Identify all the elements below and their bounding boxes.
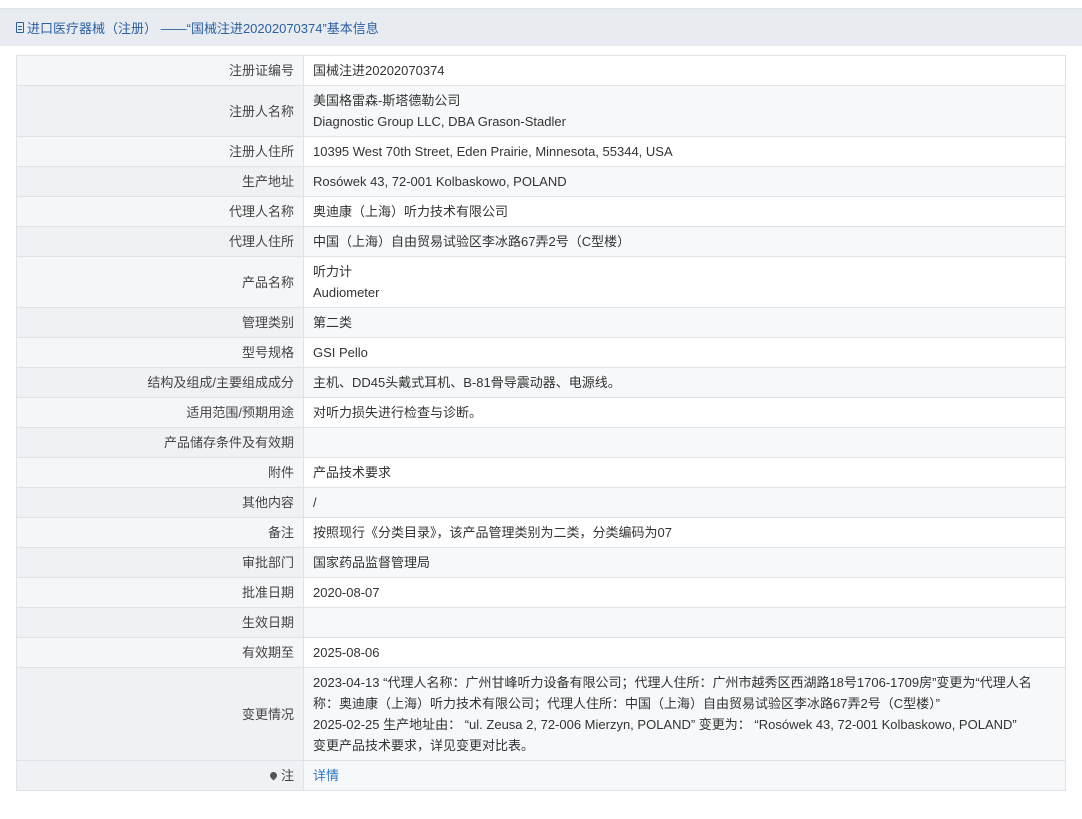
field-value: 称：奥迪康（上海）听力技术有限公司；代理人住所：中国（上海）自由贸易试验区李冰路… (313, 696, 940, 711)
field-value-cell: 对听力损失进行检查与诊断。 (303, 397, 1066, 428)
field-label: 产品名称 (16, 256, 304, 308)
field-value: 奥迪康（上海）听力技术有限公司 (313, 204, 509, 219)
field-value: 听力计 (313, 264, 353, 279)
field-label: 产品储存条件及有效期 (16, 427, 304, 458)
field-value: 2025-08-06 (313, 645, 380, 660)
field-label: 注册人名称 (16, 85, 304, 137)
details-link[interactable]: 详情 (313, 768, 339, 783)
field-label: 注册人住所 (16, 136, 304, 167)
field-label: 附件 (16, 457, 304, 488)
document-icon (16, 22, 24, 33)
field-label: 其他内容 (16, 487, 304, 518)
table-row: 管理类别 第二类 (16, 307, 1066, 338)
field-label: 批准日期 (16, 577, 304, 608)
note-label-cell: 注 (16, 760, 304, 791)
field-label: 适用范围/预期用途 (16, 397, 304, 428)
table-row: 结构及组成/主要组成成分 主机、DD45头戴式耳机、B-81骨导震动器、电源线。 (16, 367, 1066, 398)
field-value-cell (303, 427, 1066, 458)
table-row: 注册人住所 10395 West 70th Street, Eden Prairi… (16, 136, 1066, 167)
field-value-cell: GSI Pello (303, 337, 1066, 368)
field-value: 按照现行《分类目录》，该产品管理类别为二类，分类编码为07 (313, 525, 672, 540)
field-label: 生效日期 (16, 607, 304, 638)
field-label: 备注 (16, 517, 304, 548)
field-label: 结构及组成/主要组成成分 (16, 367, 304, 398)
field-label: 管理类别 (16, 307, 304, 338)
field-value-cell: 奥迪康（上海）听力技术有限公司 (303, 196, 1066, 227)
field-label: 变更情况 (16, 667, 304, 761)
page-title: 进口医疗器械（注册） ——“国械注进20202070374”基本信息 (27, 21, 379, 36)
field-value: 10395 West 70th Street, Eden Prairie, Mi… (313, 144, 673, 159)
field-value-cell: 产品技术要求 (303, 457, 1066, 488)
field-value-cell: 美国格雷森-斯塔德勒公司 Diagnostic Group LLC, DBA Gr… (303, 85, 1066, 137)
note-label: 注 (280, 768, 294, 783)
field-value: Rosówek 43, 72-001 Kolbaskowo, POLAND (313, 174, 567, 189)
field-value-cell: 中国（上海）自由贸易试验区李冰路67弄2号（C型楼） (303, 226, 1066, 257)
field-value: 国械注进20202070374 (313, 63, 445, 78)
field-value-cell: Rosówek 43, 72-001 Kolbaskowo, POLAND (303, 166, 1066, 197)
page: 进口医疗器械（注册） ——“国械注进20202070374”基本信息 注册证编号… (0, 0, 1082, 819)
table-row: 其他内容 / (16, 487, 1066, 518)
field-value-cell: 2020-08-07 (303, 577, 1066, 608)
info-table: 注册证编号 国械注进20202070374 注册人名称 美国格雷森-斯塔德勒公司 Dia… (16, 55, 1066, 791)
table-row: 代理人名称 奥迪康（上海）听力技术有限公司 (16, 196, 1066, 227)
field-value: 国家药品监督管理局 (313, 555, 431, 570)
field-value: 产品技术要求 (313, 465, 392, 480)
table-row: 注册证编号 国械注进20202070374 (16, 55, 1066, 86)
field-value-cell: 10395 West 70th Street, Eden Prairie, Mi… (303, 136, 1066, 167)
page-header: 进口医疗器械（注册） ——“国械注进20202070374”基本信息 (0, 8, 1082, 46)
table-row: 审批部门 国家药品监督管理局 (16, 547, 1066, 578)
table-row: 批准日期 2020-08-07 (16, 577, 1066, 608)
field-value-cell: 按照现行《分类目录》，该产品管理类别为二类，分类编码为07 (303, 517, 1066, 548)
field-value: Diagnostic Group LLC, DBA Grason-Stadler (313, 114, 566, 129)
note-body: 注 详情 (16, 760, 1066, 791)
field-value-cell: 2023-04-13 “代理人名称：广州甘峰听力设备有限公司；代理人住所：广州市… (303, 667, 1066, 761)
note-value-cell: 详情 (303, 760, 1066, 791)
field-value-cell: 主机、DD45头戴式耳机、B-81骨导震动器、电源线。 (303, 367, 1066, 398)
field-label: 审批部门 (16, 547, 304, 578)
table-row: 有效期至 2025-08-06 (16, 637, 1066, 668)
field-label: 代理人住所 (16, 226, 304, 257)
field-value: 中国（上海）自由贸易试验区李冰路67弄2号（C型楼） (313, 234, 631, 249)
table-row: 型号规格 GSI Pello (16, 337, 1066, 368)
table-row: 代理人住所 中国（上海）自由贸易试验区李冰路67弄2号（C型楼） (16, 226, 1066, 257)
field-value-cell: 国家药品监督管理局 (303, 547, 1066, 578)
field-value-cell: 第二类 (303, 307, 1066, 338)
table-row: 产品名称 听力计 Audiometer (16, 256, 1066, 308)
field-value-cell (303, 607, 1066, 638)
field-value: 变更产品技术要求，详见变更对比表。 (313, 738, 535, 753)
field-value: 主机、DD45头戴式耳机、B-81骨导震动器、电源线。 (313, 375, 621, 390)
field-label: 生产地址 (16, 166, 304, 197)
table-row: 产品储存条件及有效期 (16, 427, 1066, 458)
field-label: 型号规格 (16, 337, 304, 368)
field-value-cell: / (303, 487, 1066, 518)
table-row: 注册人名称 美国格雷森-斯塔德勒公司 Diagnostic Group LLC, D… (16, 85, 1066, 137)
table-row: 附件 产品技术要求 (16, 457, 1066, 488)
field-value: 2023-04-13 “代理人名称：广州甘峰听力设备有限公司；代理人住所：广州市… (313, 675, 1032, 690)
field-label: 有效期至 (16, 637, 304, 668)
field-label: 注册证编号 (16, 55, 304, 86)
field-value: Audiometer (313, 285, 380, 300)
field-label: 代理人名称 (16, 196, 304, 227)
field-value: 对听力损失进行检查与诊断。 (313, 405, 483, 420)
field-value-cell: 2025-08-06 (303, 637, 1066, 668)
field-value: 2025-02-25 生产地址由： “ul. Zeusa 2, 72-006 M… (313, 717, 1017, 732)
table-row: 备注 按照现行《分类目录》，该产品管理类别为二类，分类编码为07 (16, 517, 1066, 548)
table-row: 适用范围/预期用途 对听力损失进行检查与诊断。 (16, 397, 1066, 428)
pin-icon (268, 770, 279, 781)
field-value: GSI Pello (313, 345, 368, 360)
info-table-container: 注册证编号 国械注进20202070374 注册人名称 美国格雷森-斯塔德勒公司 Dia… (16, 55, 1066, 791)
table-row: 生效日期 (16, 607, 1066, 638)
note-row: 注 详情 (16, 760, 1066, 791)
table-row: 变更情况 2023-04-13 “代理人名称：广州甘峰听力设备有限公司；代理人住所… (16, 667, 1066, 761)
field-value: 2020-08-07 (313, 585, 380, 600)
table-row: 生产地址 Rosówek 43, 72-001 Kolbaskowo, POLAN… (16, 166, 1066, 197)
field-value: / (313, 495, 317, 510)
field-value: 第二类 (313, 315, 353, 330)
field-value-cell: 听力计 Audiometer (303, 256, 1066, 308)
info-table-body: 注册证编号 国械注进20202070374 注册人名称 美国格雷森-斯塔德勒公司 Dia… (16, 55, 1066, 761)
field-value: 美国格雷森-斯塔德勒公司 (313, 93, 461, 108)
field-value-cell: 国械注进20202070374 (303, 55, 1066, 86)
